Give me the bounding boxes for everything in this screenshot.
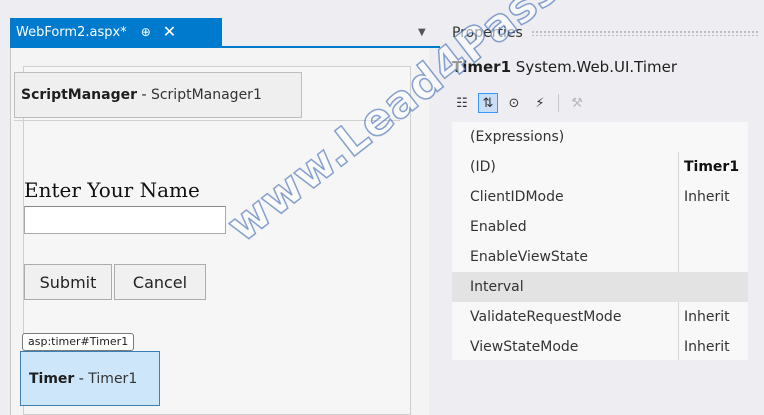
categorized-icon[interactable]: ☷ [452,93,472,113]
section-divider [14,120,400,121]
close-icon[interactable]: ✕ [163,24,176,40]
object-selector[interactable]: Timer1 System.Web.UI.Timer [452,58,677,76]
property-value[interactable]: Timer1 [684,152,739,182]
events-lightning-icon[interactable]: ⚡ [530,93,550,113]
property-grid: (Expressions) (ID) Timer1 ClientIDMode I… [452,122,748,360]
scriptmanager-type-label: ScriptManager [21,87,138,103]
submit-button[interactable]: Submit [24,264,112,300]
property-pages-icon[interactable]: ⚒ [567,93,587,113]
cancel-button[interactable]: Cancel [114,264,206,300]
property-name: ValidateRequestMode [470,309,622,325]
chevron-down-icon[interactable]: ▼ [418,27,426,38]
property-name: Interval [470,279,524,295]
scriptmanager-control[interactable]: ScriptManager - ScriptManager1 [14,72,302,118]
property-row-validaterequestmode[interactable]: ValidateRequestMode Inherit [452,302,748,332]
properties-title-bar[interactable]: Properties [440,18,764,48]
property-row-enabled[interactable]: Enabled [452,212,748,242]
property-row-id[interactable]: (ID) Timer1 [452,152,748,182]
visual-studio-window: WebForm2.aspx* ⊕ ✕ ▼ ScriptManager - Scr… [0,0,764,415]
timer-separator: - [74,370,89,387]
selected-object-id: Timer1 [452,58,512,76]
drag-grip[interactable] [530,30,758,36]
property-row-clientidmode[interactable]: ClientIDMode Inherit [452,182,748,212]
property-name: ClientIDMode [470,189,564,205]
timer-type-label: Timer [29,370,75,387]
property-row-enableviewstate[interactable]: EnableViewState [452,242,748,272]
property-value[interactable]: Inherit [684,182,730,212]
property-row-viewstatemode[interactable]: ViewStateMode Inherit [452,332,748,362]
property-value[interactable]: Inherit [684,302,730,332]
selected-object-type: System.Web.UI.Timer [515,58,678,76]
properties-view-icon[interactable]: ⊙ [504,93,524,113]
property-row-expressions[interactable]: (Expressions) [452,122,748,152]
properties-toolbar: ☷ ⇅ ⊙ ⚡ ⚒ [452,88,593,118]
timer-control[interactable]: Timer - Timer1 [20,351,160,406]
scriptmanager-id-label: ScriptManager1 [150,87,262,103]
enter-name-label: Enter Your Name [24,178,200,202]
property-row-interval[interactable]: Interval [452,272,748,302]
property-value[interactable]: Inherit [684,332,730,362]
document-tab-title: WebForm2.aspx* [16,24,127,40]
designer-pane: WebForm2.aspx* ⊕ ✕ ▼ ScriptManager - Scr… [0,0,440,415]
properties-title: Properties [452,25,523,41]
document-tab[interactable]: WebForm2.aspx* ⊕ ✕ [10,18,222,46]
toolbar-separator [558,94,559,112]
timer-smart-tag: asp:timer#Timer1 [22,333,135,351]
property-name: (Expressions) [470,129,565,145]
timer-id-label: Timer1 [88,370,138,387]
pin-icon[interactable]: ⊕ [141,25,151,39]
name-textbox[interactable] [24,206,226,234]
property-name: EnableViewState [470,249,588,265]
property-name: ViewStateMode [470,339,579,355]
scriptmanager-separator: - [137,87,151,103]
alphabetical-sort-icon[interactable]: ⇅ [478,93,498,113]
properties-window: Properties Timer1 System.Web.UI.Timer ☷ … [440,0,764,415]
property-name: (ID) [470,159,496,175]
property-name: Enabled [470,219,527,235]
